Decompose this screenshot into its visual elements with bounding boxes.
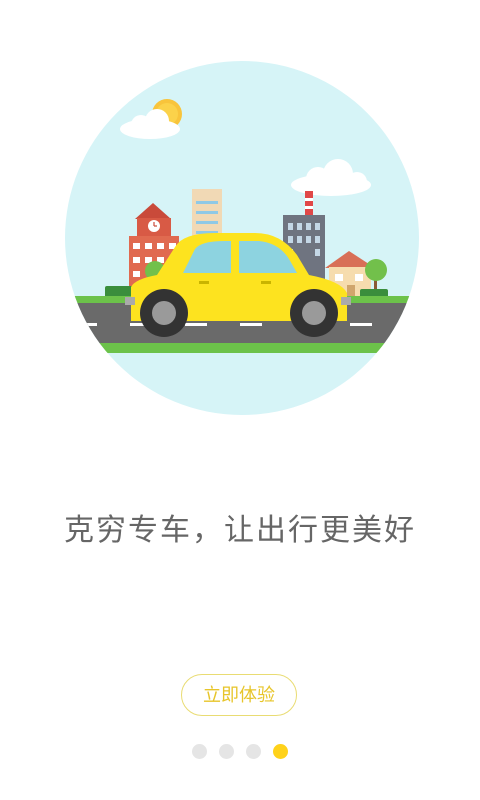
city-car-illustration (65, 61, 419, 415)
try-now-button[interactable]: 立即体验 (181, 674, 297, 716)
page-dot[interactable] (219, 744, 234, 759)
page-indicator (0, 744, 480, 760)
grass-strip (65, 343, 419, 353)
onboarding-screen: 克穷专车，让出行更美好 立即体验 (0, 0, 480, 800)
page-dot[interactable] (192, 744, 207, 759)
page-dot-active[interactable] (273, 744, 288, 759)
page-dot[interactable] (246, 744, 261, 759)
slogan-text: 克穷专车，让出行更美好 (64, 513, 416, 548)
